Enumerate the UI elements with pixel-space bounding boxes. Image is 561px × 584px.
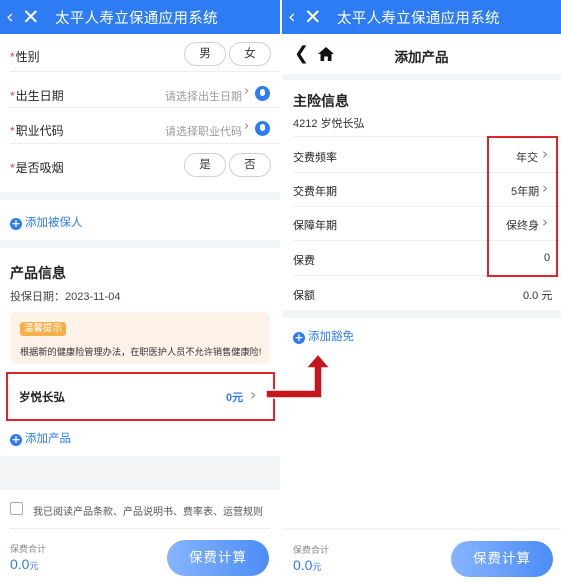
calc-premium-button[interactable]: 保费计算 (167, 540, 269, 576)
sum-insured-value[interactable]: 0.0 元 (523, 287, 552, 303)
agree-checkbox[interactable] (10, 502, 23, 515)
mic-icon[interactable] (255, 86, 270, 101)
plus-circle-icon: + (10, 217, 22, 230)
rider-card: + 添加豁免 (282, 318, 561, 528)
smoker-yes-option[interactable]: 是 (184, 153, 226, 177)
right-screen: ‹ ✕ 太平人寿立保通应用系统 ❮ 添加产品 主险信息 4212 岁悦长弘 交费… (282, 0, 561, 584)
pay-frequency-label: 交费频率 (293, 152, 337, 164)
right-footer: 保费合计 0.0元 保费计算 (282, 530, 561, 584)
add-insured-card: + 添加被保人 (0, 200, 280, 240)
red-arrow-icon (265, 352, 332, 399)
gender-label: *性别 (10, 50, 40, 64)
back-icon[interactable]: ‹ (0, 0, 22, 34)
notice-text: 根据新的健康险管理办法，在职医护人员不允许销售健康险! (20, 347, 262, 357)
product-code-name: 4212 岁悦长弘 (293, 118, 365, 130)
total-premium-value: 0.0元 (293, 557, 322, 573)
sum-insured-label: 保额 (293, 290, 315, 302)
add-waiver-button[interactable]: + 添加豁免 (293, 328, 354, 344)
title-bar: ‹ ✕ 太平人寿立保通应用系统 (0, 0, 280, 34)
notice-box: 温馨提示 根据新的健康险管理办法，在职医护人员不允许销售健康险! (10, 312, 270, 364)
left-screen: ‹ ✕ 太平人寿立保通应用系统 *性别 男 女 *出生日期 请选择出生日期 › … (0, 0, 280, 584)
bottom-area: 我已阅读产品条款、产品说明书、费率表、运营规则 保费合计 0.0元 保费计算 (0, 490, 280, 584)
product-section-title: 产品信息 (10, 265, 66, 281)
add-insured-button[interactable]: + 添加被保人 (10, 214, 83, 230)
mic-icon[interactable] (255, 121, 270, 136)
gender-male-option[interactable]: 男 (184, 42, 226, 66)
nav-bar: ❮ 添加产品 (282, 34, 561, 74)
total-premium-label: 保费合计 (10, 544, 47, 554)
back-icon[interactable]: ‹ (282, 0, 304, 34)
birthdate-label: *出生日期 (10, 89, 64, 103)
plus-circle-icon: + (293, 331, 305, 344)
agreement-text: 我已阅读产品条款、产品说明书、费率表、运营规则 (33, 507, 263, 518)
smoker-no-option[interactable]: 否 (229, 153, 271, 177)
total-premium-label: 保费合计 (293, 545, 330, 555)
premium-label: 保费 (293, 255, 315, 267)
add-product-button[interactable]: + 添加产品 (10, 430, 71, 446)
gender-female-option[interactable]: 女 (229, 42, 271, 66)
occupation-picker[interactable]: 请选择职业代码 (165, 123, 242, 139)
pay-period-label: 交费年期 (293, 186, 337, 198)
occupation-label: *职业代码 (10, 124, 64, 138)
calc-premium-button[interactable]: 保费计算 (451, 541, 553, 577)
insured-info-card: *性别 男 女 *出生日期 请选择出生日期 › *职业代码 请选择职业代码 › … (0, 34, 280, 192)
close-icon[interactable]: ✕ (304, 0, 328, 34)
plus-circle-icon: + (10, 433, 22, 446)
app-title: 太平人寿立保通应用系统 (337, 10, 500, 27)
total-premium-value: 0.0元 (10, 556, 39, 572)
policy-date: 投保日期：2023-11-04 (10, 291, 121, 303)
coverage-period-label: 保障年期 (293, 220, 337, 232)
smoker-label: *是否吸烟 (10, 161, 64, 175)
highlight-box-options (487, 136, 558, 277)
page-title: 添加产品 (394, 50, 449, 65)
chevron-right-icon: › (244, 119, 250, 134)
close-icon[interactable]: ✕ (22, 0, 46, 34)
main-section-title: 主险信息 (293, 93, 349, 109)
chevron-right-icon: › (244, 84, 250, 99)
title-bar: ‹ ✕ 太平人寿立保通应用系统 (282, 0, 561, 34)
app-title: 太平人寿立保通应用系统 (55, 10, 218, 27)
highlight-box-product (6, 372, 275, 421)
birthdate-picker[interactable]: 请选择出生日期 (165, 88, 242, 104)
notice-badge: 温馨提示 (20, 322, 67, 336)
